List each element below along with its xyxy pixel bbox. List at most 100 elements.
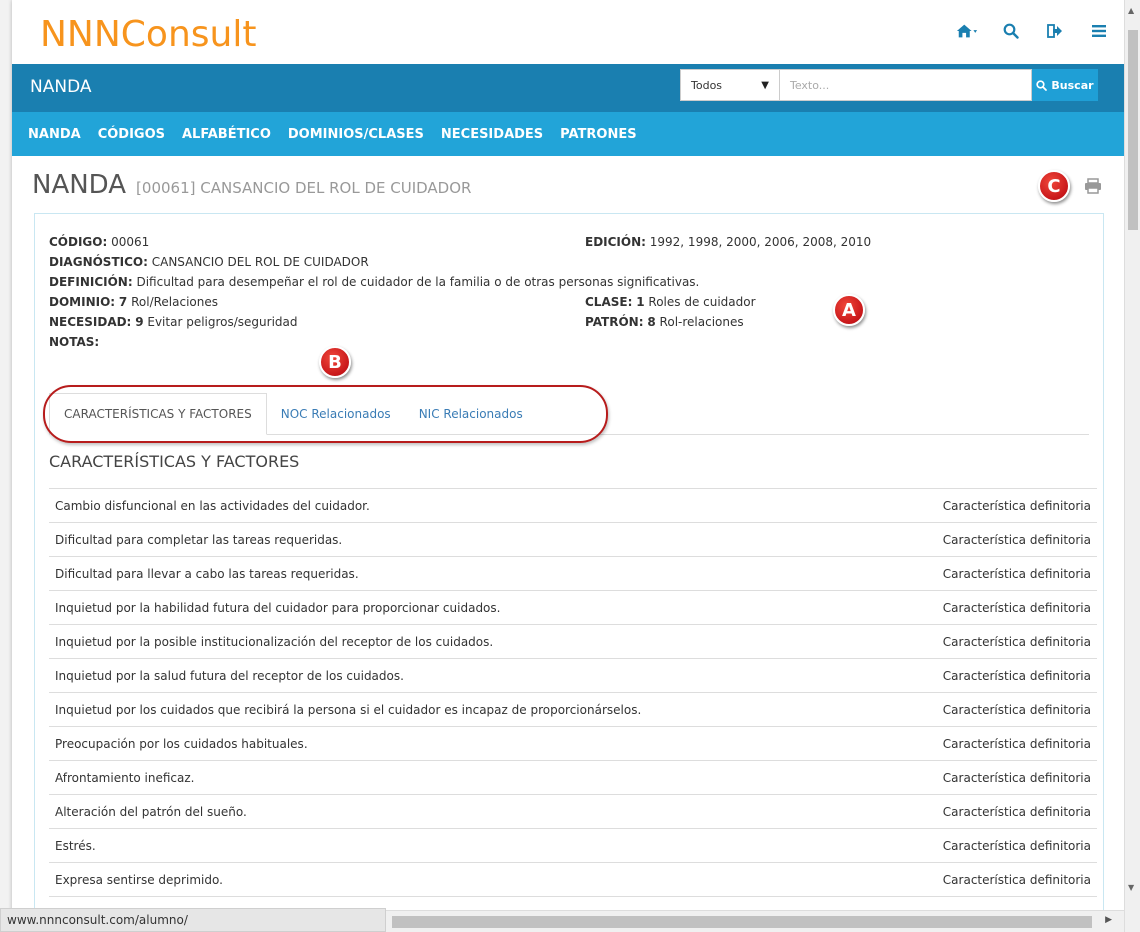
item-type: Característica definitoria	[942, 566, 1091, 581]
tab-caracteristicas[interactable]: CARACTERÍSTICAS Y FACTORES	[49, 393, 267, 435]
list-item: Inquietud por la posible institucionaliz…	[49, 625, 1097, 659]
dominio-label: DOMINIO:	[49, 295, 116, 309]
nav-item-dominios-clases[interactable]: DOMINIOS/CLASES	[288, 127, 424, 142]
tab-nic[interactable]: NIC Relacionados	[405, 393, 537, 435]
list-item: Cambio disfuncional en las actividades d…	[49, 489, 1097, 523]
detail-panel: CÓDIGO: 00061 DIAGNÓSTICO: CANSANCIO DEL…	[34, 213, 1104, 932]
item-type: Característica definitoria	[942, 838, 1091, 853]
edicion-label: EDICIÓN:	[585, 235, 646, 249]
item-text: Cambio disfuncional en las actividades d…	[55, 498, 370, 513]
patron-number: 8	[647, 315, 656, 329]
search-category-value: Todos	[691, 78, 723, 92]
search-icon[interactable]	[1000, 20, 1022, 42]
item-type: Característica definitoria	[942, 804, 1091, 819]
nav-item-alfabetico[interactable]: ALFABÉTICO	[182, 127, 271, 142]
scrollbar-thumb[interactable]	[1128, 30, 1138, 230]
callout-marker-a: A	[833, 294, 865, 326]
home-icon[interactable]	[956, 20, 978, 42]
item-text: Inquietud por la posible institucionaliz…	[55, 634, 494, 649]
list-item: Expresa sentirse deprimido. Característic…	[49, 863, 1097, 897]
item-text: Afrontamiento ineficaz.	[55, 770, 195, 785]
item-type: Característica definitoria	[942, 634, 1091, 649]
item-text: Dificultad para llevar a cabo las tareas…	[55, 566, 359, 581]
logo[interactable]: NNNConsult	[40, 14, 256, 55]
title-bar: NANDA Todos ▼ Texto... Buscar	[12, 64, 1124, 112]
caret-down-icon: ▼	[761, 79, 769, 91]
search-button-label: Buscar	[1051, 78, 1094, 92]
notas-label: NOTAS:	[49, 335, 100, 349]
search-form: Todos ▼ Texto... Buscar	[680, 69, 1098, 101]
clase-label: CLASE:	[585, 295, 633, 309]
info-right: EDICIÓN: 1992, 1998, 2000, 2006, 2008, 2…	[585, 232, 871, 332]
print-icon[interactable]	[1084, 178, 1102, 198]
list-item: Inquietud por los cuidados que recibirá …	[49, 693, 1097, 727]
item-type: Característica definitoria	[942, 668, 1091, 683]
list-item: Afrontamiento ineficaz. Característica de…	[49, 761, 1097, 795]
necesidad-number: 9	[135, 315, 144, 329]
nav-item-patrones[interactable]: PATRONES	[560, 127, 636, 142]
status-bar-url: www.nnnconsult.com/alumno/	[0, 908, 386, 932]
scroll-down-icon[interactable]: ▼	[1128, 883, 1134, 892]
list-item: Alteración del patrón del sueño. Caracter…	[49, 795, 1097, 829]
brand-header: NNNConsult	[12, 0, 1124, 64]
clase-row: CLASE: 1 Roles de cuidador	[585, 292, 871, 312]
diagnostico-value: CANSANCIO DEL ROL DE CUIDADOR	[151, 255, 369, 269]
patron-row: PATRÓN: 8 Rol-relaciones	[585, 312, 871, 332]
item-text: Inquietud por los cuidados que recibirá …	[55, 702, 642, 717]
search-button[interactable]: Buscar	[1032, 69, 1098, 101]
item-type: Característica definitoria	[942, 872, 1091, 887]
page-title-sub: [00061] CANSANCIO DEL ROL DE CUIDADOR	[136, 179, 472, 197]
dominio-value[interactable]: Rol/Relaciones	[131, 295, 218, 309]
diagnostico-label: DIAGNÓSTICO:	[49, 255, 148, 269]
top-toolbar	[956, 20, 1110, 42]
list-item: Estrés. Característica definitoria	[49, 829, 1097, 863]
page-title: NANDA [00061] CANSANCIO DEL ROL DE CUIDA…	[32, 170, 471, 200]
item-text: Dificultad para completar las tareas req…	[55, 532, 343, 547]
page-title-main: NANDA	[32, 170, 127, 200]
nav-item-codigos[interactable]: CÓDIGOS	[98, 127, 165, 142]
factors-list: Cambio disfuncional en las actividades d…	[49, 488, 1097, 897]
callout-marker-b: B	[319, 346, 351, 378]
list-item: Inquietud por la salud futura del recept…	[49, 659, 1097, 693]
callout-marker-c: C	[1038, 170, 1070, 202]
clase-value[interactable]: Roles de cuidador	[648, 295, 755, 309]
nav-item-nanda[interactable]: NANDA	[28, 127, 81, 142]
scrollbar-thumb[interactable]	[392, 916, 1092, 928]
tab-bar: CARACTERÍSTICAS Y FACTORES NOC Relaciona…	[49, 393, 1089, 435]
item-text: Estrés.	[55, 838, 96, 853]
list-item: Dificultad para completar las tareas req…	[49, 523, 1097, 557]
item-type: Característica definitoria	[942, 770, 1091, 785]
definicion-label: DEFINICIÓN:	[49, 275, 133, 289]
search-icon	[1036, 79, 1048, 91]
item-text: Alteración del patrón del sueño.	[55, 804, 247, 819]
main-nav: NANDA CÓDIGOS ALFABÉTICO DOMINIOS/CLASES…	[12, 112, 1124, 156]
search-input[interactable]: Texto...	[780, 69, 1032, 101]
necesidad-label: NECESIDAD:	[49, 315, 132, 329]
item-type: Característica definitoria	[942, 736, 1091, 751]
search-category-select[interactable]: Todos ▼	[680, 69, 780, 101]
nav-item-necesidades[interactable]: NECESIDADES	[441, 127, 543, 142]
page: NNNConsult NANDA Todos ▼ Texto... Buscar…	[12, 0, 1124, 932]
patron-label: PATRÓN:	[585, 315, 644, 329]
necesidad-value[interactable]: Evitar peligros/seguridad	[147, 315, 297, 329]
scroll-right-icon[interactable]: ▶	[1105, 915, 1112, 925]
item-text: Inquietud por la habilidad futura del cu…	[55, 600, 501, 615]
item-text: Preocupación por los cuidados habituales…	[55, 736, 308, 751]
list-item: Preocupación por los cuidados habituales…	[49, 727, 1097, 761]
tab-noc[interactable]: NOC Relacionados	[267, 393, 405, 435]
logout-icon[interactable]	[1044, 20, 1066, 42]
edicion-value: 1992, 1998, 2000, 2006, 2008, 2010	[649, 235, 872, 249]
item-type: Característica definitoria	[942, 600, 1091, 615]
vertical-scrollbar[interactable]: ▲ ▼	[1124, 0, 1140, 932]
codigo-label: CÓDIGO:	[49, 235, 108, 249]
list-item: Inquietud por la habilidad futura del cu…	[49, 591, 1097, 625]
list-item: Dificultad para llevar a cabo las tareas…	[49, 557, 1097, 591]
notas-row: NOTAS:	[49, 332, 699, 352]
codigo-value: 00061	[111, 235, 150, 249]
patron-value[interactable]: Rol-relaciones	[660, 315, 744, 329]
item-type: Característica definitoria	[942, 532, 1091, 547]
scroll-up-icon[interactable]: ▲	[1128, 6, 1134, 15]
menu-icon[interactable]	[1088, 20, 1110, 42]
clase-number: 1	[636, 295, 645, 309]
